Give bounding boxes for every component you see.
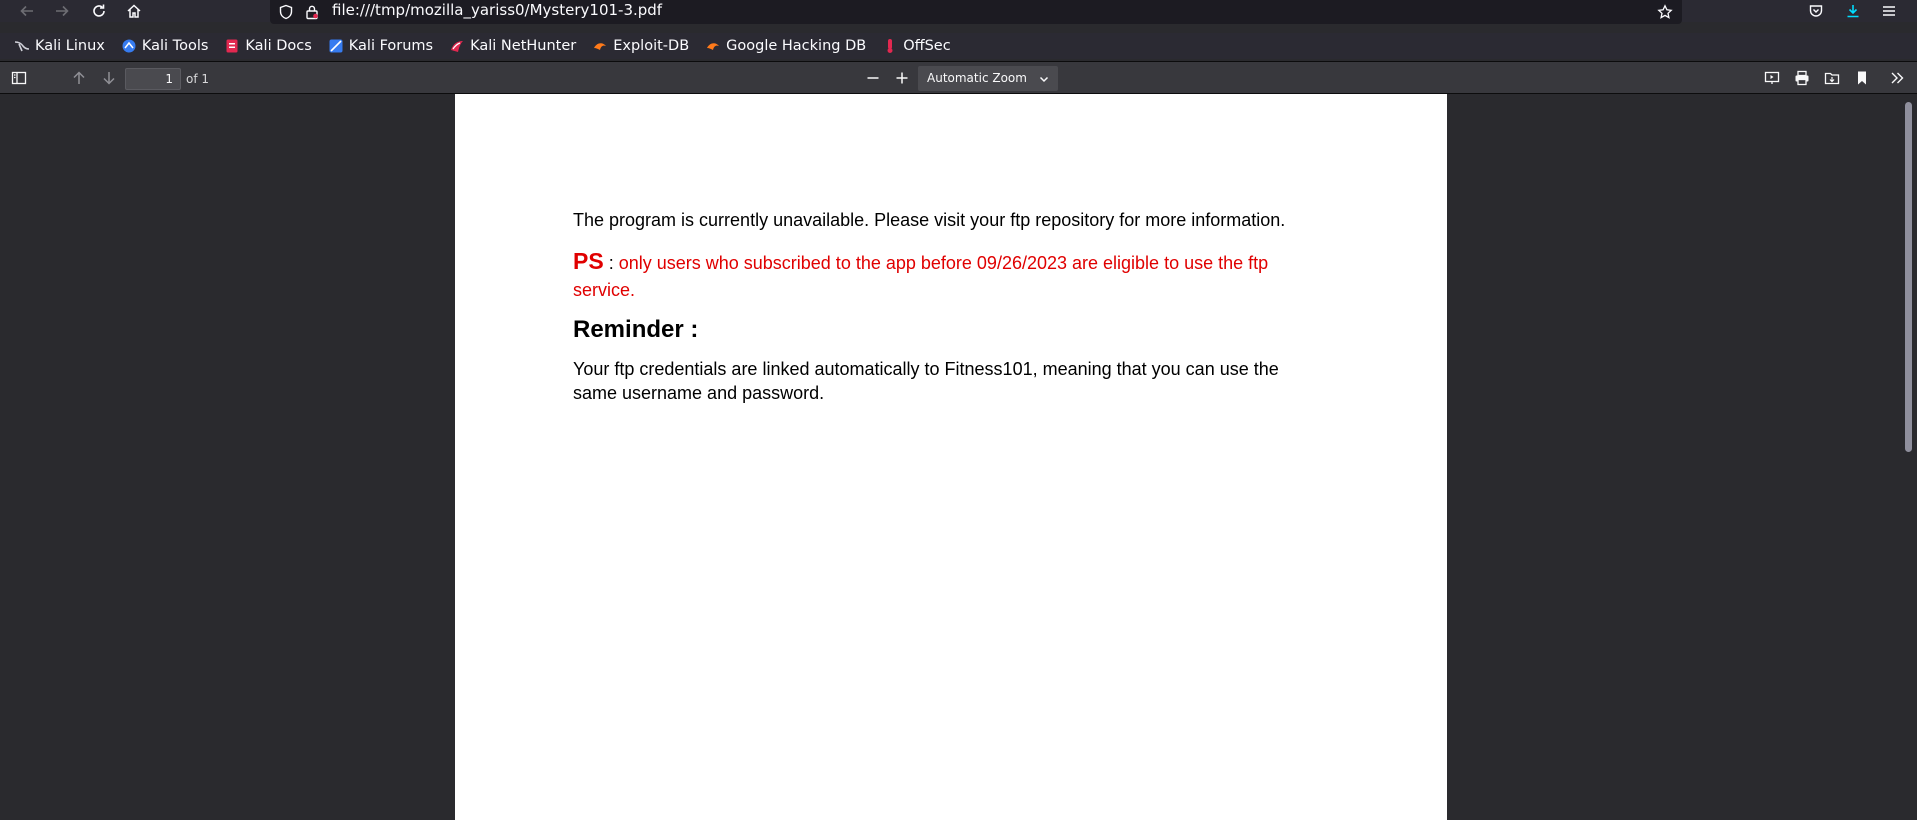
- bookmark-icon: [1858, 71, 1866, 85]
- bookmark-label: Kali NetHunter: [470, 38, 577, 54]
- arrow-down-icon: [103, 72, 115, 85]
- bookmarks-toolbar: Kali Linux Kali Tools Kali Docs Kali For…: [0, 33, 1917, 59]
- double-chevron-right-icon: [1891, 72, 1904, 84]
- kali-docs-icon: [226, 39, 238, 53]
- download-icon: [1847, 5, 1859, 18]
- pocket-button[interactable]: [1803, 0, 1829, 22]
- ps-note-line: PS : only users who subscribed to the ap…: [573, 248, 1268, 275]
- sidebar-toggle-button[interactable]: [9, 68, 29, 88]
- kali-forums-icon: [329, 39, 343, 53]
- bookmark-kali-docs[interactable]: Kali Docs: [215, 34, 318, 58]
- chevron-down-icon: [1039, 76, 1049, 83]
- current-view-bookmark-button[interactable]: [1852, 68, 1872, 88]
- page-number-input[interactable]: 1: [125, 68, 181, 90]
- previous-page-button[interactable]: [69, 68, 89, 88]
- reminder-text-line: Your ftp credentials are linked automati…: [573, 359, 1279, 379]
- reminder-text-line: same username and password.: [573, 383, 825, 403]
- presentation-mode-button[interactable]: [1762, 68, 1782, 88]
- ps-label: PS: [573, 248, 604, 274]
- printer-icon: [1795, 70, 1809, 86]
- zoom-out-button[interactable]: [863, 68, 883, 88]
- plus-icon: [896, 72, 908, 84]
- address-bar[interactable]: file:///tmp/mozilla_yariss0/Mystery101-3…: [270, 0, 1682, 24]
- url-text[interactable]: file:///tmp/mozilla_yariss0/Mystery101-3…: [332, 1, 662, 19]
- kali-dragon-icon: [14, 41, 30, 52]
- pocket-icon: [1809, 5, 1823, 17]
- reload-icon: [93, 4, 105, 17]
- zoom-in-button[interactable]: [892, 68, 912, 88]
- shield-icon[interactable]: [278, 4, 294, 20]
- nethunter-icon: [451, 41, 464, 52]
- zoom-value: Automatic Zoom: [927, 71, 1027, 85]
- save-button[interactable]: [1822, 68, 1842, 88]
- home-icon: [127, 4, 141, 18]
- bookmark-kali-tools[interactable]: Kali Tools: [112, 34, 216, 58]
- bookmark-label: Kali Tools: [141, 38, 209, 54]
- bookmark-google-hacking-db[interactable]: Google Hacking DB: [696, 34, 873, 58]
- bookmark-kali-nethunter[interactable]: Kali NetHunter: [440, 34, 583, 58]
- downloads-button[interactable]: [1840, 0, 1866, 22]
- reminder-heading: Reminder :: [573, 316, 699, 343]
- notice-text: The program is currently unavailable. Pl…: [573, 210, 1286, 230]
- bookmark-label: Kali Docs: [245, 38, 312, 54]
- bookmark-label: OffSec: [903, 38, 951, 54]
- pdf-toolbar: 1 of 1 Automatic Zoom: [0, 61, 1917, 94]
- bookmark-offsec[interactable]: OffSec: [873, 34, 958, 58]
- tools-menu-button[interactable]: [1887, 68, 1907, 88]
- kali-tools-icon: [122, 39, 136, 53]
- vertical-scrollbar[interactable]: [1905, 102, 1912, 452]
- minus-icon: [867, 77, 879, 79]
- pdf-page: The program is currently unavailable. Pl…: [455, 94, 1447, 820]
- next-page-button[interactable]: [99, 68, 119, 88]
- forward-button[interactable]: [49, 0, 75, 22]
- ghdb-icon: [707, 43, 720, 50]
- back-arrow-icon: [20, 5, 33, 17]
- zoom-select[interactable]: Automatic Zoom: [918, 66, 1058, 91]
- bookmark-label: Kali Forums: [348, 38, 434, 54]
- ps-colon: :: [603, 253, 614, 273]
- home-button[interactable]: [121, 0, 147, 22]
- bookmark-label: Google Hacking DB: [726, 38, 867, 54]
- folder-open-icon: [1824, 72, 1840, 85]
- exploit-db-icon: [594, 43, 607, 50]
- presentation-icon: [1764, 71, 1780, 84]
- sidebar-icon: [11, 71, 27, 85]
- bookmark-label: Exploit-DB: [613, 38, 690, 54]
- offsec-icon: [887, 39, 893, 53]
- app-menu-button[interactable]: [1876, 0, 1902, 22]
- forward-arrow-icon: [56, 5, 69, 17]
- bookmark-exploit-db[interactable]: Exploit-DB: [583, 34, 696, 58]
- reload-button[interactable]: [86, 0, 112, 22]
- print-button[interactable]: [1792, 68, 1812, 88]
- bookmark-kali-linux[interactable]: Kali Linux: [0, 34, 112, 58]
- bookmark-label: Kali Linux: [35, 38, 105, 54]
- hamburger-menu-icon: [1883, 6, 1895, 16]
- page-count-label: of 1: [186, 72, 210, 86]
- pdf-viewer-area[interactable]: The program is currently unavailable. Pl…: [0, 94, 1917, 820]
- back-button[interactable]: [14, 0, 40, 22]
- arrow-up-icon: [73, 71, 85, 84]
- ps-note-text: only users who subscribed to the app bef…: [613, 253, 1269, 273]
- navigation-toolbar: file:///tmp/mozilla_yariss0/Mystery101-3…: [0, 0, 1917, 24]
- file-lock-icon[interactable]: [304, 4, 320, 20]
- ps-note-continuation: service.: [573, 280, 636, 300]
- bookmark-star-icon[interactable]: [1657, 4, 1673, 20]
- bookmark-kali-forums[interactable]: Kali Forums: [319, 34, 440, 58]
